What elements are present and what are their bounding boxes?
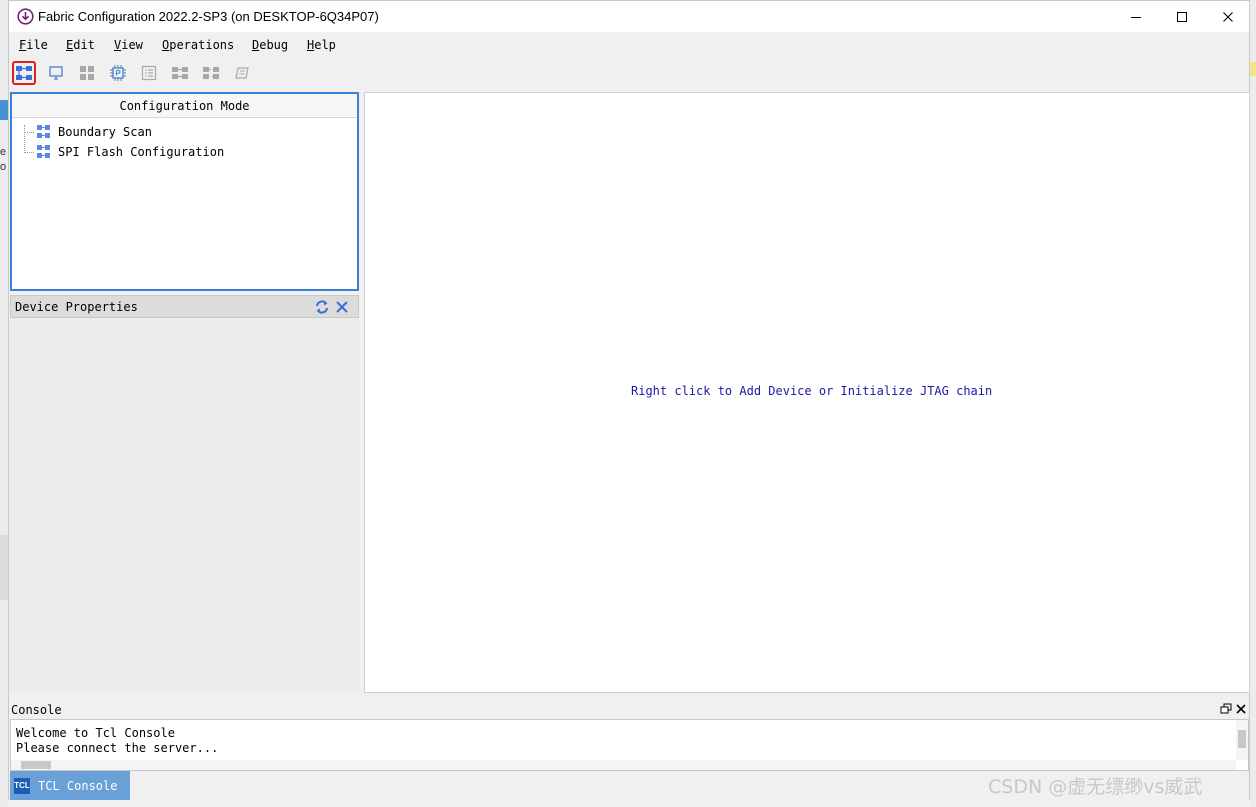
tree-connector	[24, 125, 25, 153]
maximize-button[interactable]	[1159, 1, 1205, 32]
device-properties-panel: Device Properties	[10, 295, 359, 693]
list-icon	[141, 65, 157, 81]
float-window-icon[interactable]	[1220, 703, 1232, 715]
menu-file[interactable]: File	[19, 38, 48, 52]
chain-icon	[37, 125, 50, 138]
scrollbar-thumb[interactable]	[1238, 730, 1246, 748]
tree-connector	[24, 152, 34, 153]
console-line: Please connect the server...	[16, 741, 219, 755]
toolbar-chain-button[interactable]	[12, 61, 36, 85]
window-title: Fabric Configuration 2022.2-SP3 (on DESK…	[38, 9, 379, 24]
console-title: Console	[11, 703, 62, 717]
connect-icon	[172, 67, 188, 79]
toolbar-erase-button[interactable]	[230, 61, 254, 85]
configuration-mode-header: Configuration Mode	[12, 94, 357, 118]
minimize-button[interactable]	[1113, 1, 1159, 32]
close-icon[interactable]	[334, 299, 350, 315]
monitor-icon	[49, 66, 63, 80]
jtag-chain-canvas[interactable]: Right click to Add Device or Initialize …	[364, 92, 1250, 693]
tree-item-label: SPI Flash Configuration	[58, 144, 225, 159]
device-properties-header: Device Properties	[10, 295, 359, 318]
background-window-selection-strip	[0, 100, 8, 120]
tree-item-boundary-scan[interactable]: Boundary Scan	[36, 124, 152, 139]
menu-debug[interactable]: Debug	[252, 38, 288, 52]
menu-operations[interactable]: Operations	[162, 38, 234, 52]
tab-label: TCL Console	[38, 778, 118, 793]
console-vertical-scrollbar[interactable]	[1236, 720, 1248, 760]
toolbar-list-button[interactable]	[137, 61, 161, 85]
toolbar-chip-button[interactable]	[106, 61, 130, 85]
title-bar[interactable]: Fabric Configuration 2022.2-SP3 (on DESK…	[9, 1, 1249, 32]
download-app-icon	[17, 8, 34, 25]
console-line: Welcome to Tcl Console	[16, 726, 175, 740]
disconnect-icon	[203, 67, 219, 79]
background-window-left-edge: e o	[0, 0, 8, 807]
background-window-panel	[0, 535, 8, 600]
toolbar-disconnect-button[interactable]	[199, 61, 223, 85]
minimize-icon	[1131, 16, 1141, 18]
scrollbar-thumb[interactable]	[21, 761, 51, 769]
background-window-highlight	[1250, 62, 1256, 76]
tree-item-spi-flash[interactable]: SPI Flash Configuration	[36, 144, 224, 159]
watermark-text: CSDN @虚无缥缈vs威武	[988, 776, 1203, 798]
erase-icon	[235, 67, 249, 79]
close-window-button[interactable]	[1205, 1, 1251, 32]
console-output[interactable]: Welcome to Tcl Console Please connect th…	[10, 719, 1249, 771]
close-icon[interactable]	[1235, 703, 1247, 715]
maximize-icon	[1177, 11, 1187, 22]
background-window-text: o	[0, 161, 7, 173]
toolbar	[9, 59, 1249, 87]
tcl-icon: TCL	[14, 777, 30, 794]
grid-icon	[80, 66, 94, 80]
background-window-text: e	[0, 146, 7, 158]
toolbar-grid-button[interactable]	[75, 61, 99, 85]
device-properties-title: Device Properties	[15, 299, 138, 314]
chain-icon	[16, 66, 32, 80]
canvas-hint-text: Right click to Add Device or Initialize …	[631, 384, 993, 398]
tab-tcl-console[interactable]: TCL TCL Console	[10, 771, 130, 800]
chip-icon	[110, 65, 126, 81]
menu-edit[interactable]: Edit	[66, 38, 95, 52]
toolbar-monitor-button[interactable]	[44, 61, 68, 85]
menu-bar: File Edit View Operations Debug Help	[9, 32, 1249, 57]
chain-icon	[37, 145, 50, 158]
tree-connector	[24, 132, 34, 133]
background-window-right-edge	[1250, 0, 1256, 807]
configuration-mode-panel: Configuration Mode Boundary Scan SPI Fla…	[10, 92, 359, 291]
close-icon	[1223, 11, 1233, 22]
app-window: Fabric Configuration 2022.2-SP3 (on DESK…	[8, 0, 1250, 800]
menu-help[interactable]: Help	[307, 38, 336, 52]
menu-view[interactable]: View	[114, 38, 143, 52]
refresh-icon[interactable]	[314, 299, 330, 315]
toolbar-connect-button[interactable]	[168, 61, 192, 85]
tree-item-label: Boundary Scan	[58, 124, 152, 139]
console-horizontal-scrollbar[interactable]	[11, 760, 1236, 770]
